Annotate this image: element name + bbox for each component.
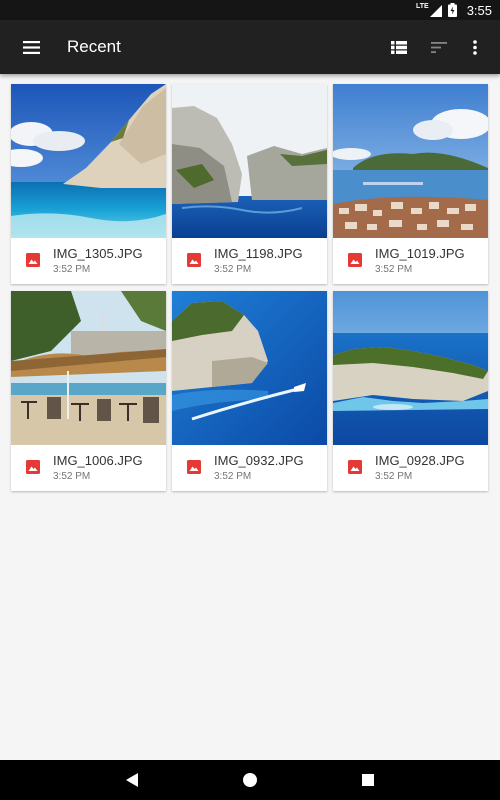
image-icon (187, 253, 201, 267)
battery-icon (447, 3, 457, 17)
file-name: IMG_1305.JPG (53, 246, 143, 261)
file-time: 3:52 PM (214, 471, 252, 482)
system-nav-bar (0, 760, 500, 800)
file-grid: IMG_1305.JPG 3:52 PM IMG_1198.JPG 3:52 P… (11, 84, 489, 491)
clock: 3:55 (466, 2, 492, 18)
page-title: Recent (67, 37, 121, 56)
file-card[interactable]: IMG_1305.JPG 3:52 PM (11, 84, 166, 284)
home-button[interactable] (235, 765, 265, 795)
home-circle-icon (243, 773, 257, 787)
file-time: 3:52 PM (53, 471, 91, 482)
file-name: IMG_1019.JPG (375, 246, 465, 261)
back-triangle-icon (126, 773, 138, 787)
app-bar: Recent (0, 20, 500, 74)
list-view-button[interactable] (384, 32, 414, 62)
thumbnail (333, 291, 488, 445)
status-bar: LTE 3:55 (0, 0, 500, 20)
image-icon (348, 253, 362, 267)
sort-button[interactable] (424, 32, 454, 62)
file-time: 3:52 PM (53, 264, 91, 275)
file-name: IMG_1198.JPG (214, 246, 303, 261)
back-button[interactable] (117, 765, 147, 795)
file-name: IMG_0928.JPG (375, 453, 465, 468)
image-icon (348, 460, 362, 474)
menu-button[interactable] (16, 32, 46, 62)
file-info: IMG_1006.JPG 3:52 PM (11, 445, 166, 491)
file-info: IMG_0928.JPG 3:52 PM (333, 445, 488, 491)
image-icon (187, 460, 201, 474)
network-type-label: LTE (415, 3, 429, 10)
more-vert-icon (473, 39, 477, 55)
sort-icon (431, 41, 447, 53)
file-info: IMG_0932.JPG 3:52 PM (172, 445, 327, 491)
network-indicator: LTE (416, 3, 442, 17)
file-card[interactable]: IMG_1006.JPG 3:52 PM (11, 291, 166, 491)
thumbnail (172, 291, 327, 445)
recents-button[interactable] (353, 765, 383, 795)
file-info: IMG_1305.JPG 3:52 PM (11, 238, 166, 284)
thumbnail (333, 84, 488, 238)
thumbnail (11, 291, 166, 445)
thumbnail (172, 84, 327, 238)
file-card[interactable]: IMG_1198.JPG 3:52 PM (172, 84, 327, 284)
file-info: IMG_1198.JPG 3:52 PM (172, 238, 327, 284)
signal-icon (429, 5, 442, 17)
more-options-button[interactable] (460, 32, 490, 62)
file-time: 3:52 PM (375, 264, 413, 275)
list-view-icon (391, 40, 407, 54)
file-name: IMG_0932.JPG (214, 453, 304, 468)
file-name: IMG_1006.JPG (53, 453, 143, 468)
file-time: 3:52 PM (214, 264, 252, 275)
recents-square-icon (362, 774, 374, 786)
thumbnail (11, 84, 166, 238)
image-icon (26, 253, 40, 267)
file-info: IMG_1019.JPG 3:52 PM (333, 238, 488, 284)
file-card[interactable]: IMG_1019.JPG 3:52 PM (333, 84, 488, 284)
hamburger-menu-icon (22, 40, 40, 54)
file-card[interactable]: IMG_0932.JPG 3:52 PM (172, 291, 327, 491)
file-time: 3:52 PM (375, 471, 413, 482)
image-icon (26, 460, 40, 474)
file-card[interactable]: IMG_0928.JPG 3:52 PM (333, 291, 488, 491)
